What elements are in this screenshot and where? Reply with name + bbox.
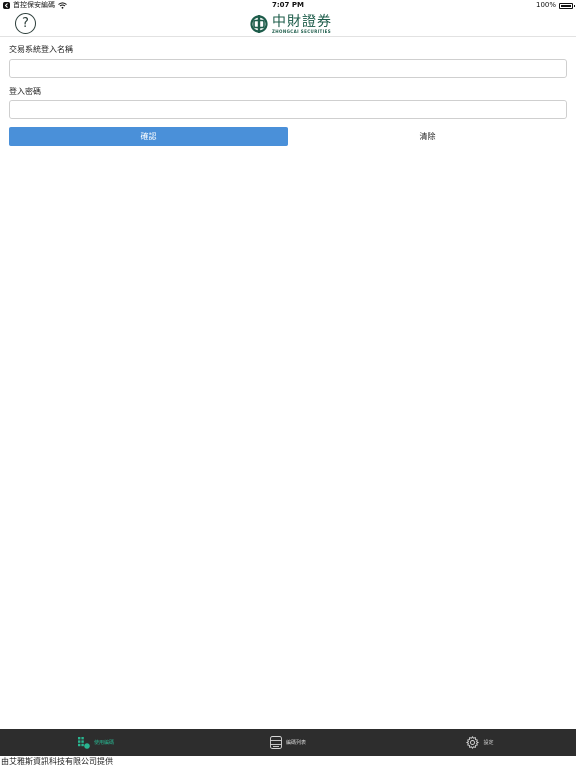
password-input[interactable] (9, 100, 567, 119)
username-label: 交易系統登入名稱 (9, 45, 73, 54)
tab-settings[interactable]: 設定 (384, 729, 576, 756)
battery-percent: 100% (535, 1, 556, 9)
clear-button[interactable]: 清除 (288, 127, 567, 146)
gear-icon (466, 736, 480, 749)
tab-settings-label: 設定 (483, 740, 494, 746)
help-button[interactable]: ? (15, 13, 36, 34)
footer-credit: 由艾雅斯資訊科技有限公司提供 (1, 757, 113, 766)
tab-use-code-label: 使用編碼 (93, 740, 114, 746)
brand-logo: 中財證券 ZHONGCAI SECURITIES (249, 12, 332, 36)
tab-code-list[interactable]: 編碼列表 (192, 729, 384, 756)
username-input[interactable] (9, 59, 567, 78)
header-bar: ? 中財證券 ZHONGCAI SECURITIES (0, 11, 576, 37)
brand-subtitle: ZHONGCAI SECURITIES (272, 28, 331, 34)
app-root: 首控保安編碼 7:07 PM 100% ? 中財證券 ZHONGCAI SECU… (0, 0, 576, 768)
zhongcai-logo-icon (249, 14, 269, 34)
battery-icon (559, 2, 575, 9)
tab-bar: 使用編碼 編碼列表 設定 (0, 729, 576, 756)
tab-use-code[interactable]: 使用編碼 (0, 729, 192, 756)
brand-name: 中財證券 (272, 13, 332, 30)
status-right: 100% (535, 0, 575, 11)
list-icon (270, 736, 282, 749)
grid-key-icon (77, 736, 90, 749)
question-mark-icon: ? (22, 16, 29, 31)
status-time: 7:07 PM (272, 1, 304, 9)
tab-code-list-label: 編碼列表 (285, 740, 306, 746)
confirm-button[interactable]: 確認 (9, 127, 288, 146)
status-bar: 首控保安編碼 7:07 PM 100% (0, 0, 576, 11)
password-label: 登入密碼 (9, 87, 41, 96)
